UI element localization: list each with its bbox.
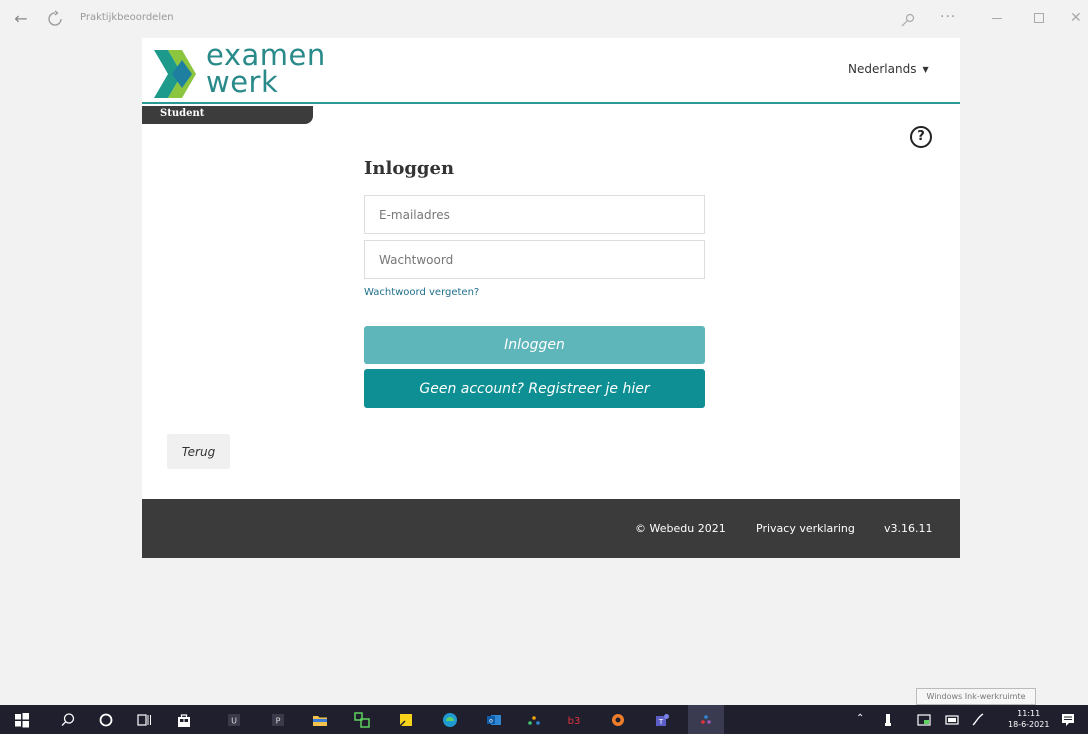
search-icon[interactable] — [60, 712, 76, 728]
copyright-text: © Webedu 2021 — [635, 522, 726, 535]
outlook-icon[interactable]: o — [486, 712, 502, 728]
windows-start-icon[interactable] — [14, 712, 30, 728]
reload-icon[interactable] — [46, 10, 64, 28]
green-app-icon[interactable] — [354, 712, 370, 728]
notifications-icon[interactable] — [1060, 712, 1076, 728]
clock-date: 18-6-2021 — [1008, 720, 1050, 729]
language-label: Nederlands — [848, 62, 917, 76]
tray-app-icon[interactable] — [916, 712, 932, 728]
tray-expand-icon[interactable]: ⌃ — [856, 713, 864, 724]
privacy-link[interactable]: Privacy verklaring — [756, 522, 855, 535]
site-header: examen werk Nederlands ▼ — [142, 38, 960, 104]
register-button[interactable]: Geen account? Registreer je hier — [364, 369, 705, 408]
svg-text:U: U — [231, 717, 237, 726]
minimize-icon[interactable] — [992, 18, 1002, 19]
active-app-button[interactable] — [688, 705, 724, 734]
more-options-icon[interactable]: ··· — [940, 9, 956, 25]
ink-workspace-tooltip: Windows Ink-werkruimte — [916, 688, 1036, 705]
back-arrow-icon[interactable]: ← — [12, 10, 30, 28]
login-button[interactable]: Inloggen — [364, 326, 705, 364]
page-container: examen werk Nederlands ▼ Student ? Inlogg… — [142, 38, 960, 558]
task-view-icon[interactable] — [136, 712, 152, 728]
windows-taskbar: U P o b3 T ⌃ 11:11 18-6-2021 — [0, 705, 1088, 734]
orange-app-icon[interactable] — [610, 712, 626, 728]
sticky-notes-icon[interactable] — [398, 712, 414, 728]
close-icon[interactable]: ✕ — [1070, 10, 1082, 26]
file-explorer-icon[interactable] — [312, 712, 328, 728]
key-icon[interactable] — [900, 12, 916, 28]
svg-text:o: o — [489, 718, 493, 725]
examenwerk-logo[interactable]: examen werk — [154, 38, 354, 102]
logo-mark-icon — [154, 50, 196, 98]
email-input[interactable] — [364, 195, 705, 234]
clock[interactable]: 11:11 18-6-2021 — [1008, 708, 1049, 730]
logo-text: examen werk — [206, 38, 326, 99]
active-app-icon — [701, 715, 711, 724]
svg-text:P: P — [276, 717, 281, 726]
network-icon[interactable] — [944, 712, 960, 728]
back-button[interactable]: Terug — [167, 434, 230, 469]
app-p-icon[interactable]: P — [270, 712, 286, 728]
edge-icon[interactable] — [442, 712, 458, 728]
login-heading: Inloggen — [364, 158, 455, 179]
browser-title-bar: ← Praktijkbeoordelen ··· ✕ — [0, 0, 1088, 38]
app-u-icon[interactable]: U — [226, 712, 242, 728]
version-text: v3.16.11 — [884, 522, 933, 535]
caret-down-icon: ▼ — [922, 65, 929, 74]
cortana-icon[interactable] — [98, 712, 114, 728]
dots-app-icon[interactable] — [526, 712, 542, 728]
maximize-icon[interactable] — [1034, 13, 1044, 23]
site-footer: © Webedu 2021 Privacy verklaring v3.16.1… — [142, 499, 960, 558]
clock-time: 11:11 — [1017, 709, 1041, 718]
svg-text:b3: b3 — [568, 716, 581, 727]
window-title: Praktijkbeoordelen — [80, 12, 174, 23]
svg-text:T: T — [658, 718, 664, 726]
forgot-password-link[interactable]: Wachtwoord vergeten? — [364, 287, 479, 298]
windows-ink-icon[interactable] — [970, 712, 986, 728]
help-icon[interactable]: ? — [910, 126, 932, 148]
store-icon[interactable] — [176, 712, 192, 728]
b3-app-icon[interactable]: b3 — [566, 712, 582, 728]
password-input[interactable] — [364, 240, 705, 279]
teams-icon[interactable]: T — [654, 712, 670, 728]
usb-icon[interactable] — [880, 712, 896, 728]
language-selector[interactable]: Nederlands ▼ — [848, 62, 929, 76]
role-tab-student: Student — [142, 106, 313, 124]
